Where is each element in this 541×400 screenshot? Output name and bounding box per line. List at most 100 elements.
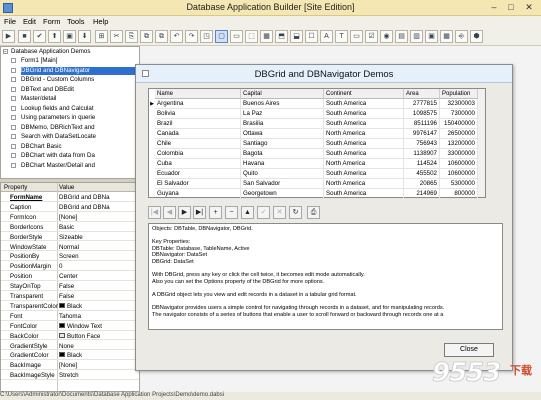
maximize-button[interactable]: □ [503, 1, 519, 14]
menu-help[interactable]: Help [93, 17, 108, 26]
grid-cell[interactable]: North America [324, 179, 404, 189]
toolbar-button-icon[interactable]: ■ [18, 30, 31, 43]
grid-cell[interactable]: Quito [241, 169, 324, 179]
tree-item[interactable]: DBChart Basic [21, 143, 139, 151]
expand-toggle-icon[interactable] [11, 143, 16, 149]
property-row[interactable]: BorderIcons Basic [1, 223, 139, 232]
property-value[interactable]: [None] [59, 362, 139, 369]
grid-cell[interactable]: 2777815 [404, 99, 440, 109]
grid-cell[interactable]: 20865 [404, 179, 440, 189]
grid-cell[interactable]: North America [324, 159, 404, 169]
grid-cell[interactable]: South America [324, 149, 404, 159]
property-value[interactable]: None [59, 343, 139, 350]
tree-item[interactable]: DBText and DBEdit [21, 86, 139, 94]
grid-cell[interactable]: 5300000 [440, 179, 478, 189]
navigator-button-icon[interactable]: + [209, 206, 222, 219]
toolbar-button-icon[interactable]: ⬒ [275, 30, 288, 43]
toolbar-button-icon[interactable]: ▭ [230, 30, 243, 43]
property-value[interactable]: DBGrid and DBNa [59, 204, 139, 211]
property-row[interactable]: BackImage [None] [1, 361, 139, 371]
property-row[interactable]: Transparent False [1, 292, 139, 301]
grid-cell[interactable]: La Paz [241, 109, 324, 119]
toolbar-button-icon[interactable]: ⧉ [140, 30, 153, 43]
grid-cell[interactable]: 10600000 [440, 159, 478, 169]
property-value[interactable]: DBGrid and DBNa [59, 194, 139, 201]
navigator-button-icon[interactable]: ▲ [241, 206, 254, 219]
grid-cell[interactable]: 1098575 [404, 109, 440, 119]
navigator-button-icon[interactable]: − [225, 206, 238, 219]
toolbar-button-icon[interactable]: ◉ [380, 30, 393, 43]
grid-cell[interactable]: Argentina [155, 99, 241, 109]
grid-cell[interactable]: South America [324, 169, 404, 179]
toolbar-button-icon[interactable]: ⬆ [48, 30, 61, 43]
tree-item[interactable]: Using parameters in querie [21, 114, 139, 122]
navigator-button-icon[interactable]: ✕ [273, 206, 286, 219]
grid-column-header[interactable]: Area [404, 89, 440, 99]
property-value[interactable]: Tahoma [59, 313, 139, 320]
collapse-toggle-icon[interactable]: − [3, 49, 8, 55]
toolbar-button-icon[interactable]: ⬇ [78, 30, 91, 43]
toolbar-button-icon[interactable]: ▣ [425, 30, 438, 43]
grid-cell[interactable]: 8511196 [404, 119, 440, 129]
grid-cell[interactable]: Santiago [241, 139, 324, 149]
grid-cell[interactable]: South America [324, 109, 404, 119]
grid-cell[interactable]: 1138907 [404, 149, 440, 159]
property-value[interactable]: False [59, 293, 139, 300]
grid-cell[interactable]: 214969 [404, 189, 440, 199]
toolbar-button-icon[interactable]: ⎆ [455, 30, 468, 43]
grid-cell[interactable]: South America [324, 99, 404, 109]
property-value[interactable]: Window Text [59, 322, 139, 330]
grid-cell[interactable]: Georgetown [241, 189, 324, 199]
toolbar-button-icon[interactable]: ☐ [305, 30, 318, 43]
grid-cell[interactable]: Havana [241, 159, 324, 169]
property-value[interactable]: 0 [59, 263, 139, 270]
grid-cell[interactable]: Ottawa [241, 129, 324, 139]
grid-column-header[interactable]: Name [155, 89, 241, 99]
tree-item[interactable]: DBGrid - Custom Columns [21, 76, 139, 84]
toolbar-button-icon[interactable]: ⬓ [290, 30, 303, 43]
property-row[interactable]: TransparentColor Black [1, 302, 139, 311]
toolbar-button-icon[interactable]: ▤ [395, 30, 408, 43]
countries-grid[interactable]: Name Capital Continent Area Population ▶ Argen… [148, 88, 486, 199]
tree-item[interactable]: Master/detail [21, 95, 139, 103]
toolbar-button-icon[interactable]: ▶ [2, 30, 15, 43]
grid-cell[interactable]: 150400000 [440, 119, 478, 129]
property-value[interactable]: Button Face [59, 332, 139, 340]
toolbar-button-icon[interactable]: T [335, 30, 348, 43]
grid-cell[interactable]: South America [324, 119, 404, 129]
close-window-button[interactable]: ✕ [521, 1, 537, 14]
toolbar-button-icon[interactable]: ⊞ [95, 30, 108, 43]
toolbar-button-icon[interactable]: A [320, 30, 333, 43]
property-value[interactable]: Black [59, 302, 139, 310]
property-row[interactable]: BackImageStyle Stretch [1, 371, 139, 381]
grid-cell[interactable]: San Salvador [241, 179, 324, 189]
grid-cell[interactable]: 114524 [404, 159, 440, 169]
grid-cell[interactable]: Chile [155, 139, 241, 149]
tree-item[interactable]: DBChart with data from Da [21, 152, 139, 160]
grid-cell[interactable]: 7300000 [440, 109, 478, 119]
property-row[interactable]: Position Center [1, 272, 139, 282]
navigator-button-icon[interactable]: ▶| [193, 206, 206, 219]
property-value[interactable]: Screen [59, 253, 139, 260]
grid-cell[interactable]: Bagota [241, 149, 324, 159]
toolbar-button-icon[interactable]: ▣ [63, 30, 76, 43]
property-row[interactable]: BorderStyle Sizeable [1, 233, 139, 242]
menu-file[interactable]: File [4, 17, 16, 26]
navigator-button-icon[interactable]: ↻ [289, 206, 302, 219]
grid-cell[interactable]: North America [324, 129, 404, 139]
close-button[interactable]: Close [444, 343, 494, 357]
tree-item[interactable]: Form1 [Main] [21, 57, 139, 65]
property-row[interactable]: BackColor Button Face [1, 332, 139, 341]
navigator-button-icon[interactable]: ✓ [257, 206, 270, 219]
tree-item[interactable]: DBChart Master/Detail and [21, 162, 139, 170]
menu-tools[interactable]: Tools [67, 17, 85, 26]
expand-toggle-icon[interactable] [11, 67, 16, 73]
toolbar-button-icon[interactable]: ⬚ [245, 30, 258, 43]
toolbar-button-icon[interactable]: ▦ [260, 30, 273, 43]
expand-toggle-icon[interactable] [11, 124, 16, 130]
toolbar-button-icon[interactable]: ▦ [440, 30, 453, 43]
property-row[interactable]: Font Tahoma [1, 312, 139, 321]
toolbar-button-icon[interactable]: ▢ [215, 30, 228, 43]
toolbar-button-icon[interactable]: ✂ [110, 30, 123, 43]
tree-item[interactable]: Search with DataSetLocate [21, 133, 139, 141]
